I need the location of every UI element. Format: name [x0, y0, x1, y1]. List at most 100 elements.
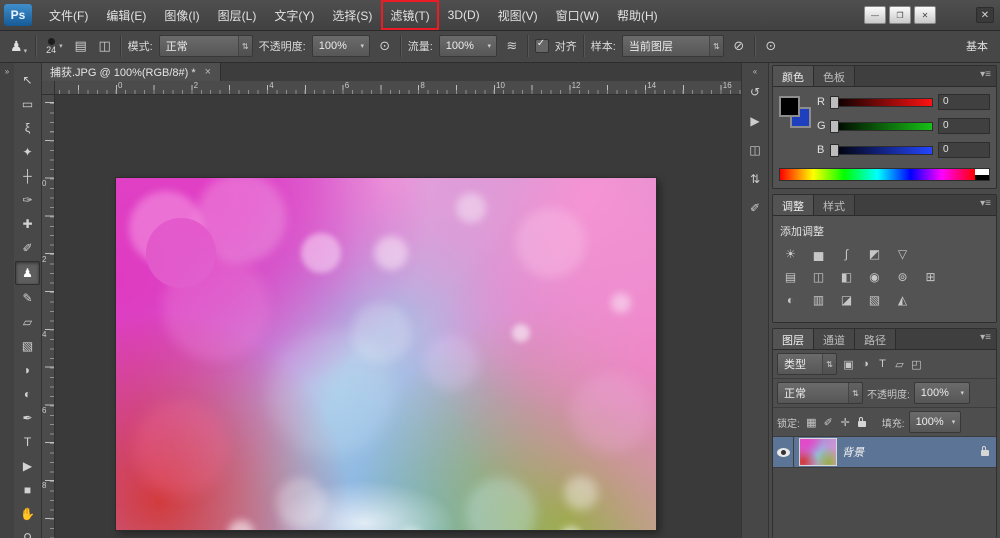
black-white-wells[interactable]	[975, 169, 989, 180]
foreground-color-swatch[interactable]	[779, 96, 800, 117]
hue-saturation-icon[interactable]: ▤	[782, 269, 799, 284]
quick-selection-tool[interactable]: ✦	[16, 141, 39, 163]
workspace-switcher[interactable]: 基本	[966, 38, 992, 54]
opacity-select[interactable]: 100% ▾	[311, 35, 370, 57]
tab-paths[interactable]: 路径	[855, 329, 896, 349]
filter-adjustment-layers-icon[interactable]: ◑	[858, 357, 873, 372]
pressure-opacity-icon[interactable]: ⊙	[376, 37, 394, 55]
canvas-image[interactable]	[116, 178, 656, 530]
menu-file[interactable]: 文件(F)	[40, 0, 97, 30]
eraser-tool[interactable]: ▱	[16, 311, 39, 333]
slider-knob[interactable]	[830, 95, 839, 109]
exposure-icon[interactable]: ◩	[866, 246, 883, 261]
lock-position-icon[interactable]: ✛	[838, 415, 853, 430]
color-spectrum-ramp[interactable]	[779, 168, 990, 181]
color-lookup-icon[interactable]: ⊞	[922, 269, 939, 284]
blur-tool[interactable]: ◗	[16, 359, 39, 381]
gradient-map-icon[interactable]: ▧	[866, 292, 883, 307]
history-brush-tool[interactable]: ✎	[16, 287, 39, 309]
filter-shape-layers-icon[interactable]: ▱	[892, 357, 907, 372]
menu-type[interactable]: 文字(Y)	[265, 0, 323, 30]
brush-preset-picker[interactable]: 24 ▾	[43, 37, 66, 56]
airbrush-icon[interactable]: ≋	[503, 37, 521, 55]
layer-opacity-select[interactable]: 100% ▾	[913, 382, 970, 404]
channel-value[interactable]: 0	[938, 118, 990, 134]
lasso-tool[interactable]: ξ	[16, 117, 39, 139]
layer-thumbnail[interactable]	[799, 438, 837, 466]
vibrance-icon[interactable]: ▽	[894, 246, 911, 261]
levels-icon[interactable]: ▅	[810, 246, 827, 261]
layer-row[interactable]: 背景	[773, 437, 996, 468]
channel-slider[interactable]	[830, 95, 933, 109]
filter-type-layers-icon[interactable]: T	[875, 357, 890, 372]
panel-menu-icon[interactable]: ▾≡	[975, 329, 996, 349]
crop-tool[interactable]: ┼	[16, 165, 39, 187]
pressure-size-icon[interactable]: ⊙	[762, 37, 780, 55]
mode-select[interactable]: 正常 ⇅	[158, 35, 253, 57]
slider-knob[interactable]	[830, 119, 839, 133]
eyedropper-tool[interactable]: ✑	[16, 189, 39, 211]
layer-filter-kind-select[interactable]: 类型 ⇅	[777, 353, 837, 375]
toggle-clone-source-panel-icon[interactable]: ◫	[96, 37, 114, 55]
app-close-button[interactable]: ✕	[976, 7, 994, 23]
menu-filter[interactable]: 滤镜(T)	[381, 0, 439, 30]
panel-menu-icon[interactable]: ▾≡	[975, 195, 996, 215]
selective-color-icon[interactable]: ◭	[894, 292, 911, 307]
channel-value[interactable]: 0	[938, 94, 990, 110]
menu-view[interactable]: 视图(V)	[489, 0, 547, 30]
spectrum-gradient[interactable]	[780, 169, 975, 180]
restore-button[interactable]: ❐	[889, 6, 911, 24]
aligned-checkbox[interactable]	[534, 38, 549, 53]
menu-help[interactable]: 帮助(H)	[608, 0, 667, 30]
tab-color[interactable]: 颜色	[773, 66, 814, 86]
panel-menu-icon[interactable]: ▾≡	[975, 66, 996, 86]
menu-layer[interactable]: 图层(L)	[209, 0, 266, 30]
marquee-tool[interactable]: ▭	[16, 93, 39, 115]
tab-swatches[interactable]: 色板	[814, 66, 855, 86]
actions-panel-icon[interactable]: ▶	[745, 111, 765, 131]
minimize-button[interactable]: —	[864, 6, 886, 24]
canvas-viewport[interactable]	[54, 94, 742, 538]
channel-mixer-icon[interactable]: ⊚	[894, 269, 911, 284]
menu-image[interactable]: 图像(I)	[155, 0, 208, 30]
ignore-adjustment-layers-icon[interactable]: ⊘	[730, 37, 748, 55]
healing-brush-tool[interactable]: ✚	[16, 213, 39, 235]
color-balance-icon[interactable]: ◫	[810, 269, 827, 284]
brush-presets-panel-icon[interactable]: ✐	[745, 198, 765, 218]
toolbar-collapse-strip[interactable]: »	[0, 62, 15, 538]
gradient-tool[interactable]: ▧	[16, 335, 39, 357]
type-tool[interactable]: T	[16, 431, 39, 453]
info-panel-icon[interactable]: ⇅	[745, 169, 765, 189]
tab-close-icon[interactable]: ×	[205, 66, 211, 78]
sample-select[interactable]: 当前图层 ⇅	[621, 35, 724, 57]
path-selection-tool[interactable]: ▶	[16, 455, 39, 477]
menu-3d[interactable]: 3D(D)	[439, 0, 489, 30]
black-white-icon[interactable]: ◧	[838, 269, 855, 284]
shape-tool[interactable]: ■	[16, 479, 39, 501]
document-tab[interactable]: 捕获.JPG @ 100%(RGB/8#) * ×	[41, 62, 222, 81]
threshold-icon[interactable]: ◪	[838, 292, 855, 307]
close-button[interactable]: ✕	[914, 6, 936, 24]
menu-select[interactable]: 选择(S)	[323, 0, 381, 30]
flow-select[interactable]: 100% ▾	[438, 35, 497, 57]
pen-tool[interactable]: ✒	[16, 407, 39, 429]
tab-channels[interactable]: 通道	[814, 329, 855, 349]
brush-tool[interactable]: ✐	[16, 237, 39, 259]
lock-transparency-icon[interactable]: ▦	[804, 415, 819, 430]
clone-stamp-tool[interactable]: ♟	[15, 261, 40, 285]
tab-adjustments[interactable]: 调整	[773, 195, 814, 215]
hand-tool[interactable]: ✋	[16, 503, 39, 525]
lock-all-icon[interactable]	[855, 415, 870, 430]
visibility-toggle[interactable]	[773, 437, 794, 467]
blend-mode-select[interactable]: 正常 ⇅	[777, 382, 863, 404]
menu-window[interactable]: 窗口(W)	[547, 0, 608, 30]
channel-value[interactable]: 0	[938, 142, 990, 158]
filter-smart-objects-icon[interactable]: ◰	[909, 357, 924, 372]
clone-source-panel-icon[interactable]: ◫	[745, 140, 765, 160]
photo-filter-icon[interactable]: ◉	[866, 269, 883, 284]
invert-icon[interactable]: ◐	[782, 292, 799, 307]
toggle-brush-panel-icon[interactable]: ▤	[72, 37, 90, 55]
tab-layers[interactable]: 图层	[773, 329, 814, 349]
menu-edit[interactable]: 编辑(E)	[97, 0, 155, 30]
tool-preset-picker[interactable]: ♟ ▾	[8, 38, 29, 55]
